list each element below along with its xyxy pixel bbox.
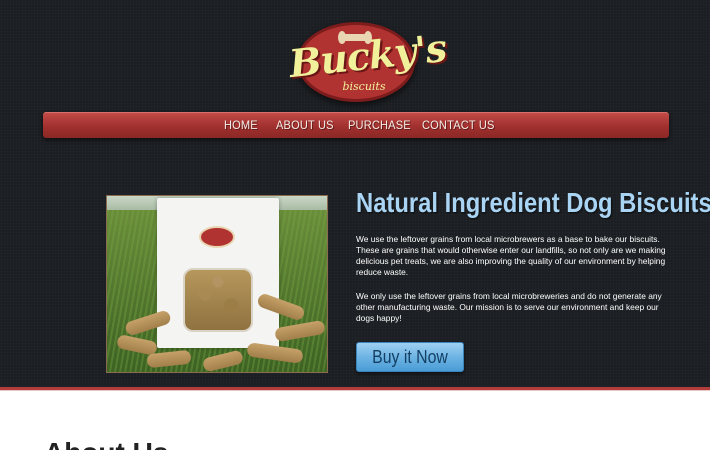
logo-tagline: biscuits [342, 80, 386, 93]
bag-logo-label [199, 226, 235, 248]
buy-it-now-button[interactable]: Buy it Now [356, 342, 464, 372]
nav-contact-us[interactable]: CONTACT US [422, 113, 495, 138]
hero-paragraph: We use the leftover grains from local mi… [356, 234, 666, 277]
brand-logo[interactable]: Bucky's biscuits [287, 20, 448, 104]
hero-headline: Natural Ingredient Dog Biscuits! [356, 187, 710, 218]
nav-purchase[interactable]: PURCHASE [348, 113, 411, 138]
hero-paragraph: We only use the leftover grains from loc… [356, 291, 662, 323]
main-nav: HOME ABOUT US PURCHASE CONTACT US [43, 112, 669, 138]
buy-button-label: Buy it Now [372, 347, 448, 367]
bag-window [183, 268, 253, 332]
section-divider [0, 387, 710, 391]
about-heading: About Us [44, 436, 168, 450]
nav-home[interactable]: HOME [224, 113, 258, 138]
nav-about-us[interactable]: ABOUT US [276, 113, 334, 138]
product-photo [106, 195, 328, 373]
biscuit-bag [157, 198, 279, 348]
